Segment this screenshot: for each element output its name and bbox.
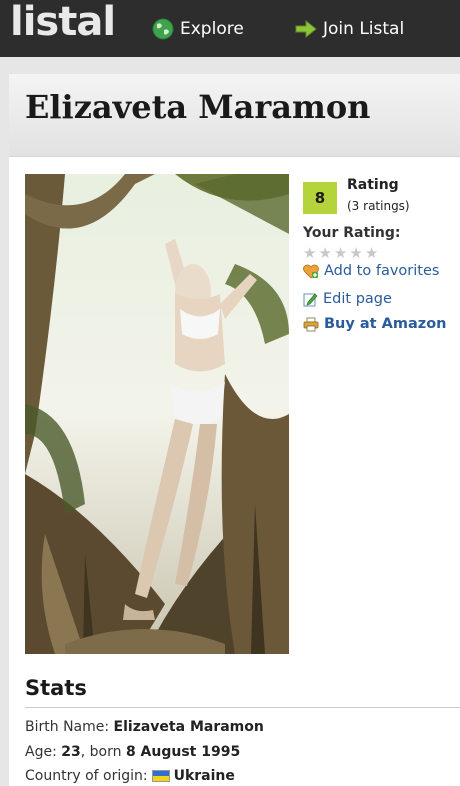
birth-name-value: Elizaveta Maramon (113, 719, 264, 735)
age-label: Age: (25, 744, 57, 760)
star-icon[interactable]: ★ (365, 246, 378, 261)
star-icon[interactable]: ★ (303, 246, 316, 261)
printer-icon (303, 317, 319, 331)
add-to-favorites-label: Add to favorites (324, 263, 440, 279)
rating-count: (3 ratings) (347, 199, 410, 213)
birth-name-label: Birth Name: (25, 719, 110, 735)
title-band: Elizaveta Maramon (9, 74, 460, 157)
person-photo[interactable] (25, 174, 289, 654)
buy-at-amazon-link[interactable]: Buy at Amazon (303, 316, 446, 332)
add-to-favorites-link[interactable]: Add to favorites (303, 263, 439, 279)
stats-divider (25, 707, 460, 708)
nav-explore-link[interactable]: Explore (152, 16, 244, 42)
country-label: Country of origin: (25, 768, 148, 784)
person-photo-image (25, 174, 289, 654)
arrow-right-icon (295, 20, 317, 38)
birth-date-value: 8 August 1995 (125, 744, 241, 760)
stat-age: Age: 23, born 8 August 1995 (25, 744, 240, 760)
globe-icon (152, 18, 174, 40)
stat-country: Country of origin: Ukraine (25, 768, 235, 784)
country-value[interactable]: Ukraine (174, 768, 235, 784)
buy-at-amazon-label: Buy at Amazon (324, 316, 447, 332)
star-icon[interactable]: ★ (349, 246, 362, 261)
heart-plus-icon (303, 264, 319, 279)
person-page: Elizaveta Maramon 8 Rating (3 ratings) Y… (9, 74, 460, 786)
stats-heading: Stats (25, 676, 87, 700)
star-icon[interactable]: ★ (334, 246, 347, 261)
page-title: Elizaveta Maramon (25, 88, 371, 126)
edit-page-link[interactable]: Edit page (303, 291, 392, 307)
star-icon[interactable]: ★ (318, 246, 331, 261)
rating-score-badge: 8 (303, 182, 337, 214)
your-rating-label: Your Rating: (303, 225, 401, 241)
age-value: 23 (61, 744, 81, 760)
top-navigation-bar: listal Explore Join Listal (0, 0, 460, 57)
listal-logo[interactable]: listal (10, 0, 116, 44)
nav-join-label: Join Listal (323, 19, 405, 39)
born-text: , born (80, 744, 122, 760)
stat-birth-name: Birth Name: Elizaveta Maramon (25, 719, 264, 735)
ukraine-flag-icon (151, 770, 170, 782)
nav-join-link[interactable]: Join Listal (295, 16, 404, 42)
rating-label: Rating (347, 177, 399, 193)
edit-page-label: Edit page (323, 291, 392, 307)
your-rating-stars: ★ ★ ★ ★ ★ (303, 246, 378, 261)
nav-explore-label: Explore (180, 19, 244, 39)
pencil-icon (303, 292, 318, 306)
